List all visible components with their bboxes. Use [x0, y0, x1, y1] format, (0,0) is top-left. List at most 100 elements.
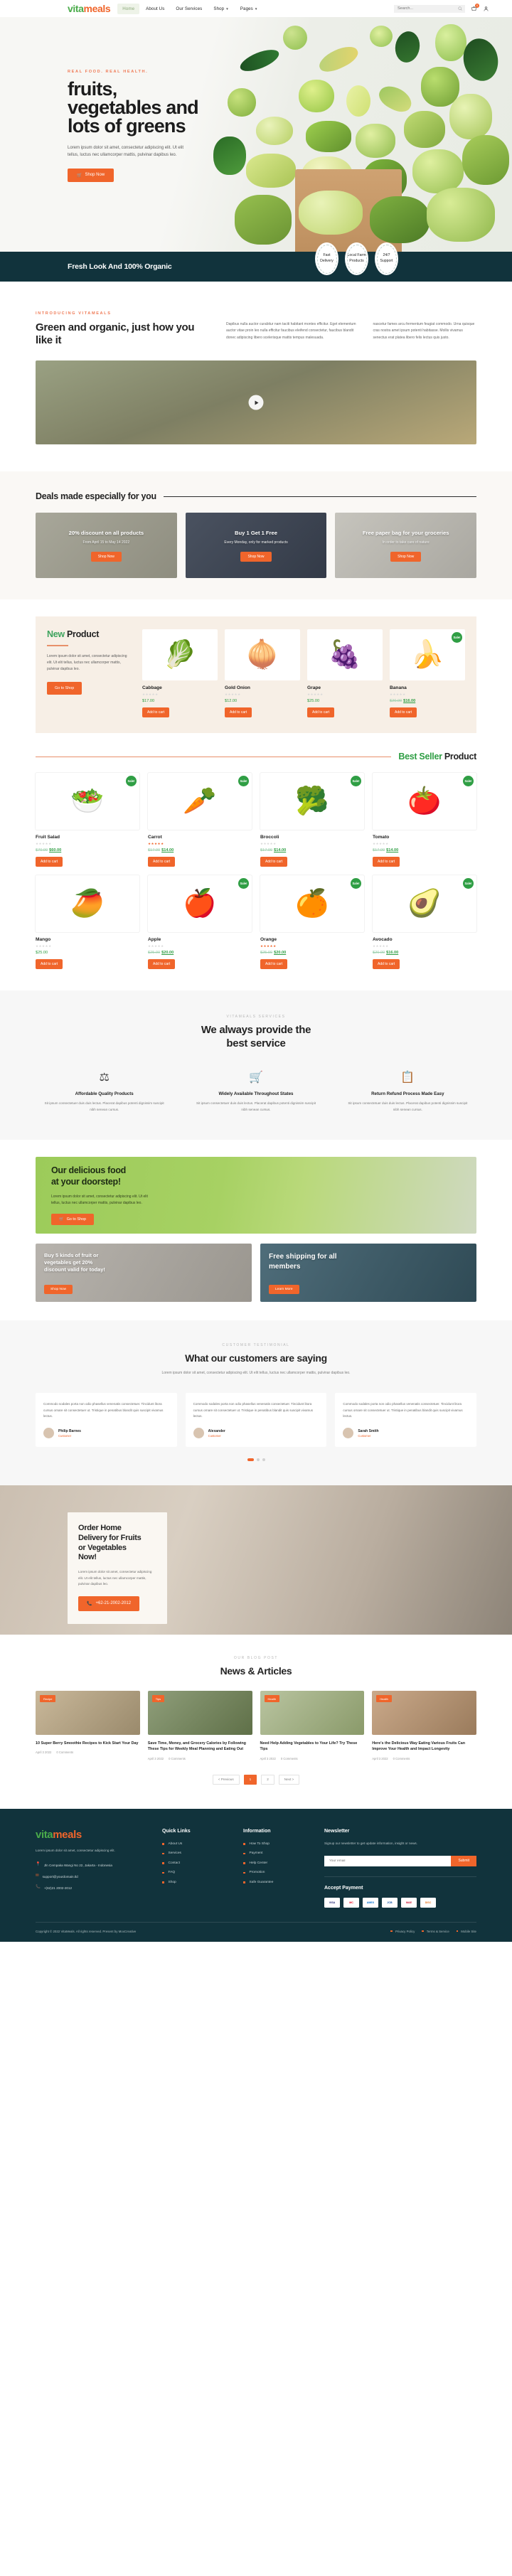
add-to-cart-button[interactable]: Add to cart — [390, 707, 417, 718]
nav-item-our-services[interactable]: Our Services — [171, 4, 207, 14]
site-logo[interactable]: vitameals — [68, 3, 111, 14]
add-to-cart-button[interactable]: Add to cart — [148, 959, 176, 970]
product-card[interactable]: 🥬 Cabbage ★★★★★ $17.00 Add to cart — [142, 629, 218, 718]
news-card[interactable]: Health Here's the Delicious Way Eating V… — [372, 1691, 476, 1760]
delicious-cta-button[interactable]: 🛒 Go to Shop — [51, 1214, 94, 1226]
hero-shop-now-button[interactable]: 🛒 Shop Now — [68, 168, 114, 182]
product-card[interactable]: Sale! 🥦 Broccoli ★★★★★ $17.00 $14.00 Add … — [260, 773, 364, 867]
footer-quick-link[interactable]: FAQ — [162, 1871, 230, 1874]
promo-cta-button[interactable]: Shop Now — [44, 1285, 73, 1295]
footer-phone[interactable]: 📞 +(62)21 2002-2012 — [36, 1886, 149, 1891]
news-comments: 0 Comments — [56, 1751, 74, 1755]
footer-information-link[interactable]: Help Center — [243, 1861, 311, 1865]
product-image[interactable]: 🍊 — [260, 875, 364, 933]
newsletter-email-input[interactable] — [324, 1855, 452, 1866]
promo-banner-discount[interactable]: Buy 5 kinds of fruit or vegetables get 2… — [36, 1244, 252, 1303]
news-image[interactable]: Health — [260, 1691, 365, 1736]
news-image[interactable]: Recipe — [36, 1691, 140, 1736]
go-to-shop-button[interactable]: Go to Shop — [47, 681, 82, 695]
carousel-dots[interactable] — [36, 1458, 476, 1462]
news-comments: 0 Comments — [280, 1756, 298, 1760]
product-rating: ★★★★★ — [36, 842, 52, 846]
product-card[interactable]: 🍇 Grape ★★★★★ $25.00 Add to cart — [307, 629, 383, 718]
promo-cta-button[interactable]: Learn More — [269, 1285, 299, 1295]
news-image[interactable]: Health — [372, 1691, 476, 1736]
product-image[interactable]: 🥕 — [148, 773, 252, 830]
pagination-next[interactable]: Next > — [278, 1774, 300, 1785]
add-to-cart-button[interactable]: Add to cart — [36, 959, 63, 970]
nav-item-about-us[interactable]: About Us — [141, 4, 169, 14]
search-input[interactable] — [398, 6, 455, 11]
intro-video[interactable] — [36, 360, 476, 445]
add-to-cart-button[interactable]: Add to cart — [142, 707, 170, 718]
title-green: Best Seller — [398, 752, 442, 762]
add-to-cart-button[interactable]: Add to cart — [307, 707, 335, 718]
product-card[interactable]: Sale! 🥗 Fruit Salad ★★★★★ $70.00 $60.00 A… — [36, 773, 139, 867]
nav-item-pages[interactable]: Pages ▼ — [235, 4, 263, 14]
footer-bottom-link[interactable]: Terms & Service — [422, 1930, 449, 1933]
deal-card[interactable]: Free paper bag for your groceries In ord… — [335, 513, 477, 579]
new-price: $16.00 — [403, 699, 416, 704]
footer-email[interactable]: ✉ support@yourdomain.tld — [36, 1874, 149, 1879]
footer-quick-link[interactable]: Contact — [162, 1861, 230, 1865]
news-image[interactable]: Tips — [147, 1691, 252, 1736]
add-to-cart-button[interactable]: Add to cart — [260, 959, 288, 970]
news-card[interactable]: Tips Save Time, Money, and Grocery Calor… — [147, 1691, 252, 1760]
product-image[interactable]: 🧅 — [225, 629, 300, 681]
product-image[interactable]: 🥦 — [260, 773, 364, 830]
footer-quick-link[interactable]: Services — [162, 1851, 230, 1855]
footer-quick-link[interactable]: Shop — [162, 1881, 230, 1884]
deal-card[interactable]: Buy 1 Get 1 Free Every Monday, only for … — [185, 513, 327, 579]
deal-cta-button[interactable]: Shop Now — [90, 551, 122, 562]
cart-button[interactable]: 0 — [471, 3, 479, 12]
newsletter-submit-button[interactable]: Submit — [451, 1855, 476, 1866]
product-card[interactable]: Sale! 🍎 Apple ★★★★★ $25.00 $20.00 Add to … — [148, 875, 252, 970]
carousel-dot-2[interactable] — [256, 1458, 260, 1462]
product-card[interactable]: Sale! 🍊 Orange ★★★★★ $25.00 $20.00 Add to… — [260, 875, 364, 970]
add-to-cart-button[interactable]: Add to cart — [260, 857, 288, 867]
promo-banner-free-shipping[interactable]: Free shipping for all members Learn More — [260, 1244, 476, 1303]
footer-quick-link[interactable]: About Us — [162, 1842, 230, 1846]
add-to-cart-button[interactable]: Add to cart — [373, 959, 400, 970]
nav-item-shop[interactable]: Shop ▼ — [208, 4, 233, 14]
deal-cta-button[interactable]: Shop Now — [240, 551, 272, 562]
footer-information-link[interactable]: Payment — [243, 1851, 311, 1855]
product-card[interactable]: Sale! 🥑 Avocado ★★★★★ $20.00 $16.00 Add t… — [373, 875, 476, 970]
product-card[interactable]: Sale! 🥕 Carrot ★★★★★ $17.00 $14.00 Add to… — [148, 773, 252, 867]
product-image[interactable]: 🍇 — [307, 629, 383, 681]
footer-logo[interactable]: vitameals — [36, 1829, 149, 1841]
footer-information-link[interactable]: Safe Guarantee — [243, 1881, 311, 1884]
footer-information-link[interactable]: How To Shop — [243, 1842, 311, 1846]
footer-bottom-link[interactable]: Privacy Policy — [390, 1930, 415, 1933]
product-image[interactable]: 🥬 — [142, 629, 218, 681]
nav-item-home[interactable]: Home — [117, 3, 140, 14]
carousel-dot-3[interactable] — [262, 1458, 265, 1462]
play-icon[interactable] — [248, 395, 264, 410]
account-button[interactable] — [483, 6, 489, 12]
deal-card[interactable]: 20% discount on all products From April … — [36, 513, 177, 579]
add-to-cart-button[interactable]: Add to cart — [36, 857, 63, 867]
product-image[interactable]: 🥭 — [36, 875, 139, 933]
product-image[interactable]: 🥑 — [373, 875, 476, 933]
product-card[interactable]: 🧅 Gold Onion ★★★★★ $12.00 Add to cart — [225, 629, 300, 718]
add-to-cart-button[interactable]: Add to cart — [148, 857, 176, 867]
news-card[interactable]: Health Need Help Adding Vegetables to Yo… — [260, 1691, 365, 1760]
order-phone-button[interactable]: 📞 +62-21-2002-2012 — [78, 1596, 140, 1611]
pagination-page-2[interactable]: 2 — [261, 1774, 274, 1785]
product-image[interactable]: 🍅 — [373, 773, 476, 830]
add-to-cart-button[interactable]: Add to cart — [373, 857, 400, 867]
pagination-prev[interactable]: < Previous — [212, 1774, 240, 1785]
add-to-cart-button[interactable]: Add to cart — [225, 707, 252, 718]
product-card[interactable]: Sale! 🍅 Tomato ★★★★★ $17.00 $14.00 Add to… — [373, 773, 476, 867]
footer-information-link[interactable]: Promotion — [243, 1871, 311, 1874]
footer-bottom-link[interactable]: Mobile Site — [457, 1930, 476, 1933]
deal-cta-button[interactable]: Shop Now — [390, 551, 422, 562]
carousel-dot-1[interactable] — [247, 1458, 254, 1462]
news-card[interactable]: Recipe 10 Super Berry Smoothie Recipes t… — [36, 1691, 140, 1760]
product-card[interactable]: Sale! 🍌 Banana ★★★★★ $20.00 $16.00 Add to… — [390, 629, 465, 718]
product-image[interactable]: 🥗 — [36, 773, 139, 830]
product-image[interactable]: 🍎 — [148, 875, 252, 933]
search-box[interactable] — [394, 4, 465, 13]
product-card[interactable]: 🥭 Mango ★★★★★ $25.00 Add to cart — [36, 875, 139, 970]
pagination-page-1[interactable]: 1 — [243, 1774, 257, 1785]
